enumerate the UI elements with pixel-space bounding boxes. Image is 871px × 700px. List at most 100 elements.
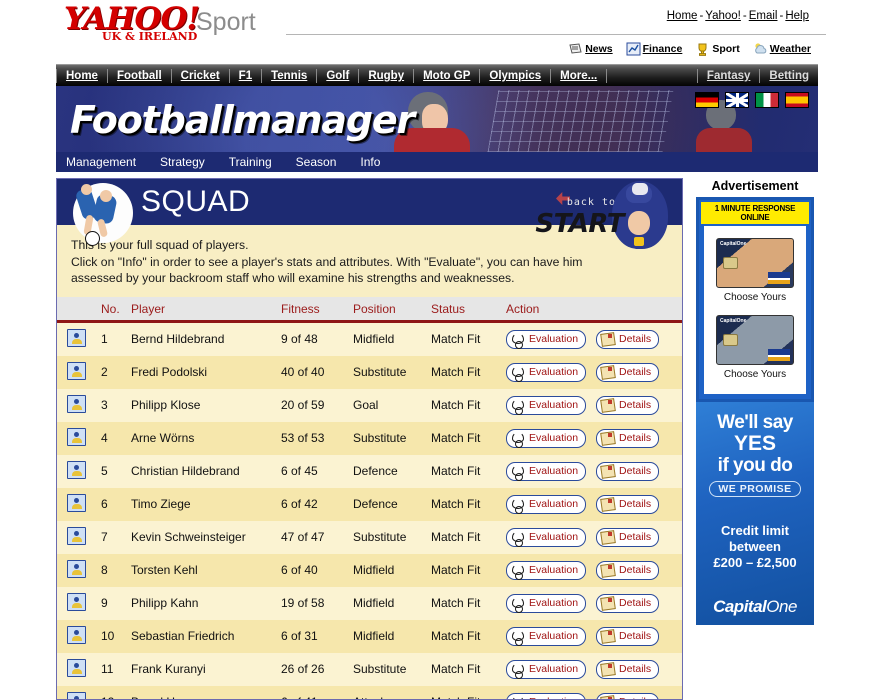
subnav-item-training[interactable]: Training [229, 155, 282, 169]
player-avatar-icon[interactable] [67, 658, 86, 677]
nav-item-more[interactable]: More... [551, 69, 608, 83]
details-button[interactable]: Details [596, 560, 660, 580]
player-avatar-icon[interactable] [67, 625, 86, 644]
evaluation-button[interactable]: Evaluation [506, 329, 587, 349]
choose-yours-label-2[interactable]: Choose Yours [704, 367, 806, 386]
nav-item-tennis[interactable]: Tennis [262, 69, 318, 83]
credit-card-image-1[interactable]: CapitalOne [716, 238, 794, 288]
player-avatar-icon[interactable] [67, 592, 86, 611]
back-to-label[interactable]: back to [567, 197, 616, 208]
evaluation-button-label: Evaluation [529, 366, 579, 378]
advertisement-label: Advertisement [711, 179, 799, 193]
evaluation-button[interactable]: Evaluation [506, 494, 587, 514]
player-avatar-icon[interactable] [67, 427, 86, 446]
nav-item-moto-gp[interactable]: Moto GP [414, 69, 481, 83]
player-avatar-icon[interactable] [67, 394, 86, 413]
details-button-label: Details [619, 564, 652, 576]
newspaper-icon [568, 42, 583, 56]
start-button[interactable]: START [535, 209, 624, 239]
player-avatar-icon[interactable] [67, 526, 86, 545]
player-avatar-icon[interactable] [67, 559, 86, 578]
utility-link-help[interactable]: Help [785, 10, 809, 22]
goal-net-graphic [487, 90, 674, 152]
property-finance[interactable]: Finance [626, 42, 683, 56]
player-icon-cell [57, 619, 101, 653]
advertisement-promo-panel[interactable]: We'll say YES if you do WE PROMISE Credi… [696, 402, 814, 625]
germany-flag[interactable] [695, 92, 719, 108]
utility-link-yahoo[interactable]: Yahoo! [705, 10, 741, 22]
evaluation-button[interactable]: Evaluation [506, 560, 587, 580]
nav-item-golf[interactable]: Golf [317, 69, 360, 83]
nav-item-f1[interactable]: F1 [230, 69, 263, 83]
advertisement-card-offer[interactable]: 1 MINUTE RESPONSE ONLINE CapitalOne Choo… [696, 197, 814, 402]
choose-yours-label-1[interactable]: Choose Yours [704, 290, 806, 309]
player-status-cell: Match Fit [431, 586, 506, 620]
evaluation-button[interactable]: Evaluation [506, 659, 587, 679]
main-navigation: Home Football Cricket F1 Tennis Golf Rug… [56, 64, 818, 87]
nav-item-rugby[interactable]: Rugby [359, 69, 415, 83]
stethoscope-icon [510, 431, 525, 448]
details-button[interactable]: Details [596, 527, 660, 547]
details-button[interactable]: Details [596, 626, 660, 646]
evaluation-button[interactable]: Evaluation [506, 428, 587, 448]
player-avatar-icon[interactable] [67, 493, 86, 512]
details-button-label: Details [619, 432, 652, 444]
player-fitness-cell: 6 of 31 [281, 619, 353, 653]
property-news[interactable]: News [568, 42, 613, 56]
ad-banner-text: 1 MINUTE RESPONSE ONLINE [701, 202, 809, 224]
property-link-sport[interactable]: Sport [712, 43, 739, 55]
visa-logo-icon [768, 349, 790, 361]
link-separator: - [699, 10, 704, 22]
player-avatar-icon[interactable] [67, 460, 86, 479]
player-fitness-cell: 26 of 26 [281, 652, 353, 686]
subnav-item-management[interactable]: Management [66, 155, 146, 169]
player-avatar-icon[interactable] [67, 328, 86, 347]
credit-card-image-2[interactable]: CapitalOne [716, 315, 794, 365]
property-sport[interactable]: Sport [695, 42, 740, 56]
property-link-finance[interactable]: Finance [643, 43, 683, 55]
italy-flag[interactable] [755, 92, 779, 108]
subnav-item-season[interactable]: Season [296, 155, 347, 169]
property-weather[interactable]: Weather [753, 42, 811, 56]
nav-item-home[interactable]: Home [56, 69, 108, 83]
nav-item-olympics[interactable]: Olympics [480, 69, 552, 83]
nav-item-fantasy[interactable]: Fantasy [696, 69, 759, 83]
details-button[interactable]: Details [596, 329, 660, 349]
details-button[interactable]: Details [596, 593, 660, 613]
details-button[interactable]: Details [596, 428, 660, 448]
evaluation-button[interactable]: Evaluation [506, 626, 587, 646]
evaluation-button[interactable]: Evaluation [506, 362, 587, 382]
utility-link-home[interactable]: Home [667, 10, 698, 22]
evaluation-button[interactable]: Evaluation [506, 461, 587, 481]
property-link-news[interactable]: News [585, 43, 612, 55]
nav-item-football[interactable]: Football [108, 69, 172, 83]
evaluation-button[interactable]: Evaluation [506, 395, 587, 415]
column-header-icon [57, 296, 101, 323]
player-name-cell: Sebastian Friedrich [131, 619, 281, 653]
details-button[interactable]: Details [596, 362, 660, 382]
details-button[interactable]: Details [596, 395, 660, 415]
player-status-cell: Match Fit [431, 421, 506, 455]
details-button[interactable]: Details [596, 494, 660, 514]
player-avatar-icon[interactable] [67, 361, 86, 380]
details-button[interactable]: Details [596, 659, 660, 679]
details-button[interactable]: Details [596, 692, 660, 699]
nav-item-betting[interactable]: Betting [759, 69, 818, 83]
notepad-icon [600, 497, 615, 511]
player-avatar-icon[interactable] [67, 691, 86, 699]
united-kingdom-flag[interactable] [725, 92, 749, 108]
notepad-icon [600, 431, 615, 445]
details-button[interactable]: Details [596, 461, 660, 481]
table-row: 7 Kevin Schweinsteiger 47 of 47 Substitute M… [57, 520, 682, 554]
squad-players-icon [67, 181, 143, 246]
utility-link-email[interactable]: Email [749, 10, 778, 22]
evaluation-button[interactable]: Evaluation [506, 527, 587, 547]
subnav-item-info[interactable]: Info [360, 155, 390, 169]
subnav-item-strategy[interactable]: Strategy [160, 155, 215, 169]
link-separator: - [779, 10, 784, 22]
spain-flag[interactable] [785, 92, 809, 108]
evaluation-button[interactable]: Evaluation [506, 593, 587, 613]
evaluation-button[interactable]: Evaluation [506, 692, 587, 699]
property-link-weather[interactable]: Weather [770, 43, 811, 55]
nav-item-cricket[interactable]: Cricket [172, 69, 230, 83]
